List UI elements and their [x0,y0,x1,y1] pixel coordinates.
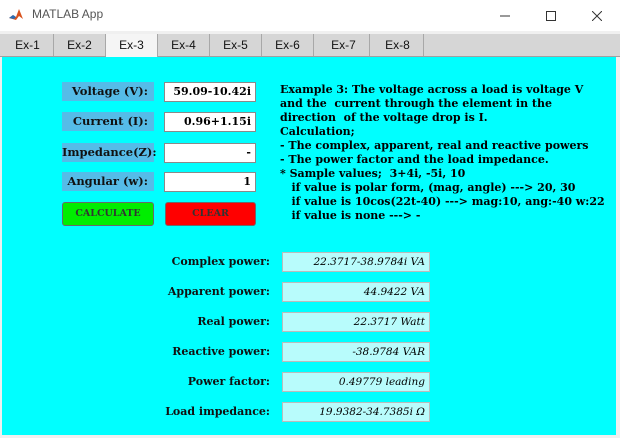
matlab-icon [8,7,24,23]
tab-ex-3[interactable]: Ex-3 [106,34,158,57]
voltage-input[interactable]: 59.09-10.42i [164,82,256,102]
real-power-output: 22.3717 Watt [282,312,430,332]
apparent-power-label: Apparent power: [167,285,270,298]
power-factor-label: Power factor: [187,375,270,388]
title-bar[interactable]: MATLAB App [0,0,620,31]
clear-button[interactable]: CLEAR [165,202,256,226]
power-factor-output: 0.49779 leading [282,372,430,392]
description-line: - The power factor and the load impedanc… [280,153,549,166]
tab-bar: Ex-1 Ex-2 Ex-3 Ex-4 Ex-5 Ex-6 Ex-7 Ex-8 [0,34,620,57]
load-impedance-output: 19.9382-34.7385i Ω [282,402,430,422]
description-line: if value is polar form, (mag, angle) ---… [280,181,576,194]
angular-label: Angular (w): [62,172,154,191]
description-line: and the current through the element in t… [280,97,553,110]
problem-description: Example 3: The voltage across a load is … [280,83,612,223]
complex-power-output: 22.3717-38.9784i VA [282,252,430,272]
reactive-power-output: -38.9784 VAR [282,342,430,362]
close-button[interactable] [574,0,620,31]
current-input[interactable]: 0.96+1.15i [164,112,256,132]
description-line: * Sample values; 3+4i, -5i, 10 [280,167,466,180]
tab-ex-6[interactable]: Ex-6 [262,34,314,56]
tab-ex-1[interactable]: Ex-1 [2,34,54,56]
impedance-input[interactable]: - [164,143,256,163]
complex-power-label: Complex power: [171,255,270,268]
description-line: if value is 10cos(22t-40) ---> mag:10, a… [280,195,605,208]
tab-ex-8[interactable]: Ex-8 [372,34,424,56]
close-icon [592,10,602,21]
minimize-icon [500,15,510,16]
voltage-label: Voltage (V): [62,82,154,101]
real-power-label: Real power: [197,315,270,328]
load-impedance-label: Load impedance: [165,405,270,418]
impedance-label: Impedance(Z): [62,143,157,162]
tab-ex-4[interactable]: Ex-4 [158,34,210,56]
tab-ex-5[interactable]: Ex-5 [210,34,262,56]
description-line: direction of the voltage drop is I. [280,111,488,124]
description-line: Calculation; [280,125,355,138]
ex3-panel: Voltage (V): 59.09-10.42i Current (I): 0… [2,57,616,435]
maximize-icon [546,10,556,21]
angular-input[interactable]: 1 [164,172,256,192]
reactive-power-label: Reactive power: [172,345,270,358]
description-line: Example 3: The voltage across a load is … [280,83,584,96]
tab-ex-7[interactable]: Ex-7 [318,34,370,56]
current-label: Current (I): [62,112,154,131]
description-line: if value is none ---> - [280,209,421,222]
window-title: MATLAB App [32,7,104,21]
maximize-button[interactable] [528,0,574,31]
tab-ex-2[interactable]: Ex-2 [54,34,106,56]
description-line: - The complex, apparent, real and reacti… [280,139,589,152]
calculate-button[interactable]: CALCULATE [62,202,154,226]
app-window: MATLAB App Ex-1 Ex-2 Ex-3 Ex-4 Ex-5 Ex-6… [0,0,620,438]
apparent-power-output: 44.9422 VA [282,282,430,302]
minimize-button[interactable] [482,0,528,31]
